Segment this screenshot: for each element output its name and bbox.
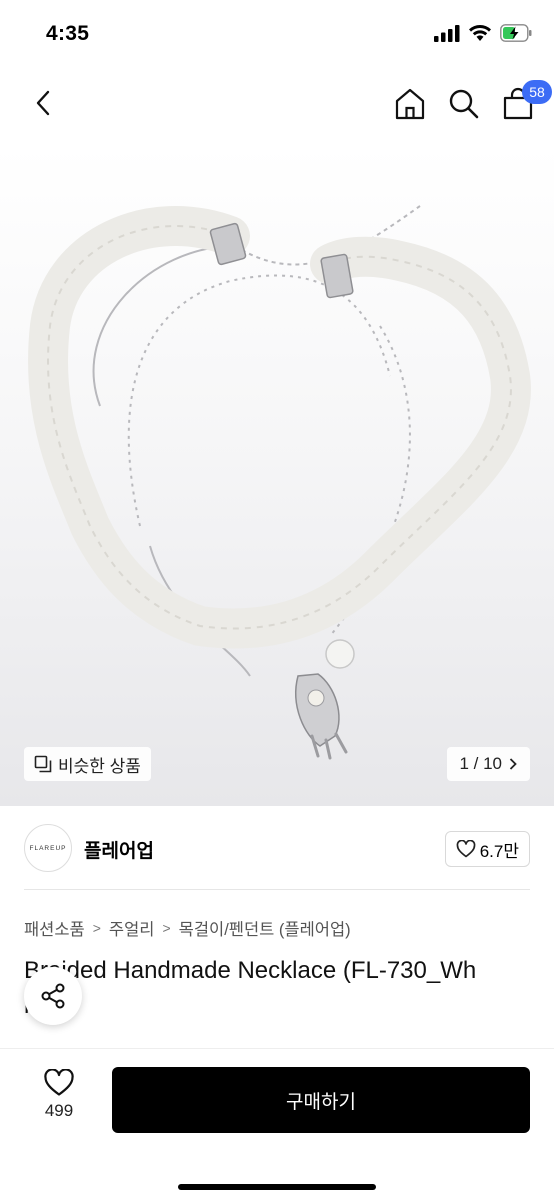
chevron-right-icon [509, 758, 517, 770]
cart-button[interactable]: 58 [500, 80, 552, 124]
chevron-right-icon: > [162, 920, 171, 936]
chevron-right-icon: > [92, 920, 101, 936]
wifi-icon [468, 24, 492, 47]
similar-products-label: 비슷한 상품 [58, 756, 141, 776]
home-icon [395, 88, 425, 120]
wishlist-button[interactable]: 499 [24, 1069, 94, 1121]
search-icon [449, 89, 479, 119]
brand-logo[interactable]: FLAREUP [24, 824, 72, 872]
brand-row[interactable]: FLAREUP 플레어업 6.7만 [0, 806, 554, 890]
image-counter-button[interactable]: 1 / 10 [447, 747, 530, 781]
status-bar: 4:35 [0, 0, 554, 66]
share-icon [41, 983, 65, 1009]
signal-icon [434, 24, 460, 47]
necklace-image [28, 205, 531, 760]
bottom-action-bar: 499 구매하기 [0, 1048, 554, 1200]
heart-icon [44, 1069, 74, 1096]
battery-charging-icon [500, 24, 532, 47]
similar-products-button[interactable]: 비슷한 상품 [24, 747, 151, 781]
back-icon [36, 90, 50, 116]
buy-button[interactable]: 구매하기 [112, 1067, 530, 1133]
status-icons [434, 24, 532, 47]
heart-icon [456, 840, 476, 858]
nav-bar: 58 [0, 66, 554, 146]
back-button[interactable] [26, 86, 60, 120]
breadcrumb-item[interactable]: 패션소품 [24, 916, 85, 940]
brand-like-button[interactable]: 6.7만 [444, 831, 530, 867]
brand-like-count: 6.7만 [479, 841, 519, 861]
breadcrumb: 패션소품 > 주얼리 > 목걸이/펜던트 (플레어업) [24, 916, 351, 940]
wishlist-count: 499 [44, 1101, 74, 1120]
breadcrumb-item[interactable]: 주얼리 [109, 916, 155, 940]
cart-count-badge: 58 [522, 80, 552, 104]
image-counter: 1 / 10 [459, 754, 502, 773]
copy-icon [34, 755, 52, 773]
search-button[interactable] [446, 84, 482, 124]
status-time: 4:35 [46, 22, 90, 45]
nav-actions: 58 [392, 80, 552, 124]
share-button[interactable] [24, 967, 82, 1025]
product-title: Braided Handmade Necklace (FL-730_Wh [24, 957, 477, 984]
brand-name[interactable]: 플레어업 [84, 836, 154, 863]
product-image-carousel[interactable]: 비슷한 상품 1 / 10 [0, 146, 554, 806]
divider [24, 889, 530, 890]
home-indicator [178, 1184, 376, 1190]
home-button[interactable] [392, 84, 428, 124]
breadcrumb-item[interactable]: 목걸이/펜던트 (플레어업) [179, 916, 351, 940]
